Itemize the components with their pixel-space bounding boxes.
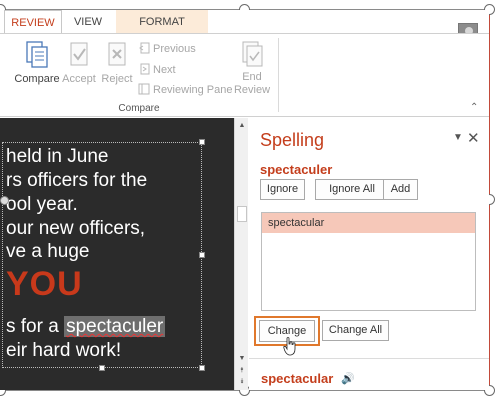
- reviewing-pane-button[interactable]: Reviewing Pane: [138, 83, 233, 97]
- compare-icon: [26, 41, 48, 68]
- accept-button[interactable]: Accept: [60, 40, 98, 86]
- text-box-handle[interactable]: [199, 252, 205, 258]
- vertical-scrollbar[interactable]: ▲ ▼ ⯭ ⯯: [234, 118, 248, 390]
- tab-view[interactable]: VIEW: [64, 10, 112, 34]
- scroll-thumb[interactable]: [237, 206, 247, 222]
- compare-label: Compare: [14, 73, 60, 85]
- scroll-up-icon[interactable]: ▲: [237, 121, 247, 131]
- end-review-icon: [242, 41, 263, 67]
- add-label: Add: [390, 183, 411, 195]
- text-box-handle[interactable]: [99, 365, 105, 371]
- ignore-button[interactable]: Ignore: [260, 179, 305, 200]
- ribbon-tabs: REVIEW VIEW FORMAT: [0, 10, 489, 43]
- tab-review[interactable]: REVIEW: [4, 10, 62, 34]
- previous-slide-icon[interactable]: ⯭: [237, 366, 247, 376]
- reviewing-pane-icon: [138, 83, 150, 95]
- end-review-button[interactable]: End Review: [233, 40, 271, 97]
- add-button[interactable]: Add: [383, 179, 418, 200]
- reject-icon: [108, 42, 126, 66]
- next-button[interactable]: Next: [138, 63, 176, 77]
- text-box-handle[interactable]: [199, 365, 205, 371]
- mouse-cursor-icon: [283, 337, 296, 356]
- tab-format[interactable]: FORMAT: [116, 10, 208, 34]
- text-box-handle[interactable]: [199, 139, 205, 145]
- change-all-button[interactable]: Change All: [322, 320, 389, 341]
- reject-button[interactable]: Reject: [100, 40, 134, 86]
- pane-divider: [249, 358, 489, 359]
- misspelled-word-label: spectaculer: [260, 162, 333, 177]
- accept-icon: [70, 42, 88, 66]
- accept-label: Accept: [62, 73, 96, 85]
- speaker-icon[interactable]: 🔊: [341, 372, 355, 385]
- change-all-label: Change All: [328, 324, 383, 336]
- reject-label: Reject: [101, 73, 133, 85]
- previous-button[interactable]: Previous: [138, 42, 196, 56]
- next-label: Next: [153, 64, 176, 76]
- end-review-label-line2: Review: [233, 84, 271, 96]
- rotate-handle[interactable]: [0, 196, 9, 205]
- previous-icon: [139, 42, 150, 54]
- pane-menu-icon[interactable]: ▼: [453, 132, 463, 143]
- ignore-label: Ignore: [266, 183, 299, 195]
- close-icon[interactable]: ✕: [467, 129, 480, 147]
- pane-title: Spelling: [260, 130, 325, 150]
- group-label-compare: Compare: [118, 103, 160, 114]
- previous-label: Previous: [153, 43, 196, 55]
- suggestions-list[interactable]: spectacular: [261, 212, 476, 311]
- next-slide-icon[interactable]: ⯯: [237, 377, 247, 387]
- end-review-label-line1: End: [242, 71, 262, 83]
- collapse-ribbon-icon[interactable]: ⌃: [470, 102, 478, 113]
- scroll-down-icon[interactable]: ▼: [237, 354, 247, 364]
- ribbon: Compare Accept Reject Previous Next Revi…: [0, 33, 489, 117]
- suggestion-item[interactable]: spectacular: [262, 213, 475, 233]
- text-box-selection[interactable]: [2, 142, 202, 368]
- compare-button[interactable]: Compare: [13, 40, 61, 86]
- ignore-all-button[interactable]: Ignore All: [315, 179, 389, 200]
- slide[interactable]: held in June rs officers for the ool yea…: [0, 118, 234, 390]
- definition-word: spectacular: [261, 371, 334, 386]
- next-icon: [140, 63, 150, 75]
- change-label: Change: [267, 325, 307, 337]
- slide-panel: held in June rs officers for the ool yea…: [0, 118, 234, 390]
- group-divider: [278, 38, 279, 112]
- ignore-all-label: Ignore All: [329, 183, 375, 195]
- reviewing-pane-label: Reviewing Pane: [153, 84, 233, 96]
